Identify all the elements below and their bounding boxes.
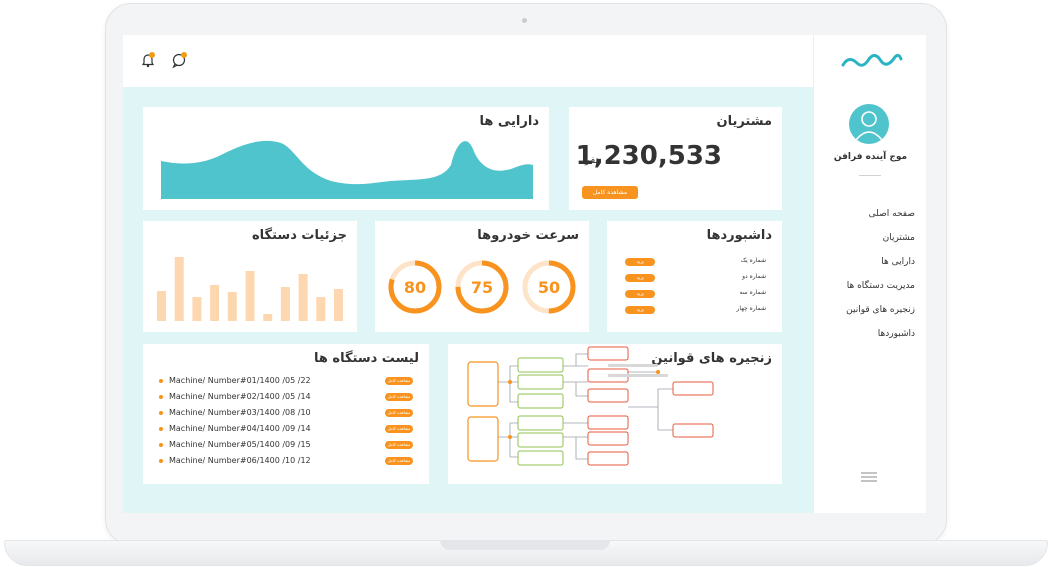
- device-list-card: لیست دستگاه ها Machine/ Number#01/1400 /…: [143, 344, 429, 484]
- gauge-value: 50: [538, 278, 560, 297]
- sidebar: موج آینده فرافن صفحه اصلی مشتریان دارایی…: [813, 35, 926, 513]
- device-view-button[interactable]: مشاهده کامل: [385, 409, 413, 417]
- assets-card: دارایی ها: [143, 107, 549, 210]
- menu-icon[interactable]: [860, 467, 878, 482]
- bullet-icon: [159, 395, 163, 399]
- camera: [522, 18, 527, 23]
- device-label: Machine/ Number#06/1400 /10 /12: [169, 456, 311, 465]
- dashboard-label: شماره چهار: [736, 305, 766, 312]
- message-dot: [181, 52, 187, 58]
- device-bar: [334, 289, 343, 321]
- device-label: Machine/ Number#03/1400 /08 /10: [169, 408, 311, 417]
- bullet-icon: [159, 379, 163, 383]
- avatar[interactable]: [849, 104, 889, 144]
- customers-view-button[interactable]: مشاهده کامل: [582, 186, 638, 199]
- customers-card: مشتریان 1,230,533 نفر مشاهده کامل: [569, 107, 782, 210]
- screen: دارایی ها مشتریان 1,230,533 نفر مشاهده ک…: [123, 35, 926, 513]
- device-details-bar-chart: [157, 257, 343, 321]
- device-bar: [245, 271, 255, 321]
- vehicle-speed-title: سرعت خودروها: [477, 228, 579, 243]
- gauge-value: 75: [471, 278, 493, 297]
- device-view-button[interactable]: مشاهده کامل: [385, 457, 413, 465]
- bullet-icon: [159, 427, 163, 431]
- sidebar-divider: [859, 175, 881, 176]
- device-bar: [298, 274, 308, 321]
- dashboard-enter-button[interactable]: ورود: [625, 306, 655, 314]
- device-details-title: جزئیات دستگاه: [252, 228, 347, 243]
- speed-gauges: 80 75 50: [388, 260, 576, 314]
- device-view-button[interactable]: مشاهده کامل: [385, 425, 413, 433]
- sidebar-item-dashboards[interactable]: داشبوردها: [878, 329, 915, 339]
- dashboard-enter-button[interactable]: ورود: [625, 290, 655, 298]
- customers-unit: نفر: [585, 155, 599, 166]
- device-bar: [263, 314, 273, 321]
- device-details-card: جزئیات دستگاه: [143, 221, 357, 332]
- bullet-icon: [159, 459, 163, 463]
- bullet-icon: [159, 443, 163, 447]
- device-bar: [174, 257, 184, 321]
- assets-title: دارایی ها: [479, 114, 539, 129]
- bell-icon[interactable]: [139, 51, 157, 69]
- device-view-button[interactable]: مشاهده کامل: [385, 393, 413, 401]
- dashboard-enter-button[interactable]: ورود: [625, 258, 655, 266]
- device-label: Machine/ Number#05/1400 /09 /15: [169, 440, 311, 449]
- laptop-notch: [440, 540, 610, 550]
- sidebar-item-device-management[interactable]: مدیریت دستگاه ها: [847, 281, 915, 291]
- notification-dot: [149, 52, 155, 58]
- gauge-value: 80: [404, 278, 426, 297]
- customers-title: مشتریان: [716, 114, 772, 129]
- dashboards-title: داشبوردها: [706, 228, 772, 243]
- user-name: موج آینده فرافن: [833, 152, 908, 162]
- dashboard-label: شماره یک: [740, 257, 766, 264]
- main-content: دارایی ها مشتریان 1,230,533 نفر مشاهده ک…: [123, 87, 813, 513]
- device-label: Machine/ Number#01/1400 /05 /22: [169, 376, 311, 385]
- rule-chain-diagram: [467, 346, 714, 466]
- device-label: Machine/ Number#02/1400 /05 /14: [169, 392, 311, 401]
- bullet-icon: [159, 411, 163, 415]
- sidebar-item-home[interactable]: صفحه اصلی: [869, 209, 915, 219]
- sidebar-item-rule-chains[interactable]: زنجیره های قوانین: [846, 305, 915, 315]
- assets-area-chart: [161, 140, 533, 199]
- dashboard-enter-button[interactable]: ورود: [625, 274, 655, 282]
- top-bar: [123, 35, 813, 88]
- device-label: Machine/ Number#04/1400 /09 /14: [169, 424, 311, 433]
- rule-chains-card: زنجیره های قوانین: [448, 344, 782, 484]
- device-bar: [316, 297, 326, 321]
- device-bar: [157, 291, 166, 321]
- sidebar-item-assets[interactable]: دارایی ها: [881, 257, 915, 267]
- dashboards-card: داشبوردها شماره یک ورود شماره دو ورود شماره …: [607, 221, 782, 332]
- chat-icon[interactable]: [170, 51, 188, 69]
- device-bar: [210, 285, 220, 321]
- dashboard-label: شماره دو: [742, 273, 766, 280]
- device-view-button[interactable]: مشاهده کامل: [385, 441, 413, 449]
- device-bar: [227, 292, 237, 321]
- device-list-title: لیست دستگاه ها: [313, 351, 419, 366]
- device-bar: [280, 287, 290, 321]
- sidebar-item-customers[interactable]: مشتریان: [883, 233, 915, 243]
- device-bar: [192, 297, 202, 321]
- device-view-button[interactable]: مشاهده کامل: [385, 377, 413, 385]
- vehicle-speed-card: سرعت خودروها 80 75 50: [375, 221, 589, 332]
- brand-logo[interactable]: [839, 47, 905, 77]
- dashboard-label: شماره سه: [739, 289, 766, 296]
